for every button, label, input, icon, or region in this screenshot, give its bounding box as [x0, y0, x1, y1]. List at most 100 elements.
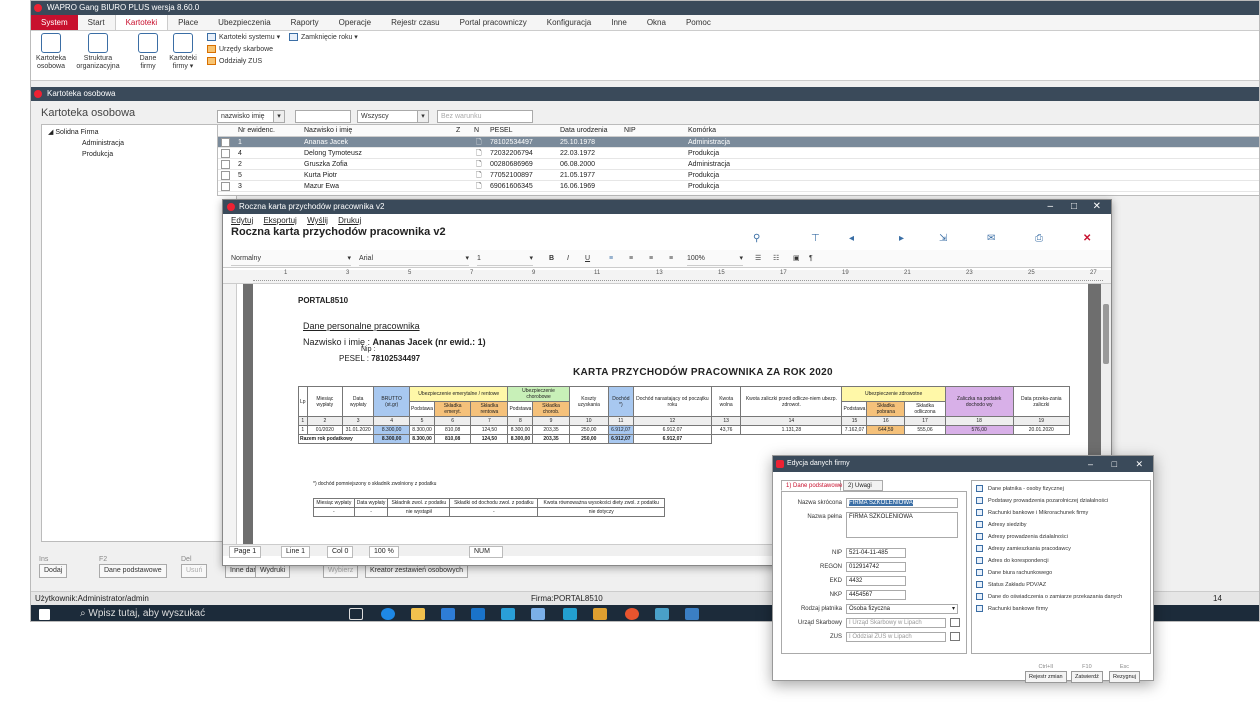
app-icon[interactable] — [685, 608, 699, 620]
tax-office-input[interactable]: I Urząd Skarbowy w Lipach — [846, 618, 946, 628]
condition-input[interactable]: Bez warunku — [437, 110, 533, 123]
firm-link-item[interactable]: Dane płatnika - osoby fizycznej — [976, 485, 1064, 493]
dialog-button-2[interactable]: Esc Rezygnuj — [1109, 664, 1140, 683]
zus-input[interactable]: I Oddział ZUS w Lipach — [846, 632, 946, 642]
ekd-input[interactable]: 4432 — [846, 576, 906, 586]
align-left-icon[interactable]: ≡ — [609, 253, 613, 265]
frame-icon[interactable]: ▣ — [793, 253, 800, 265]
folder-icon[interactable] — [411, 608, 425, 620]
edge-icon[interactable] — [381, 608, 395, 620]
menu-system[interactable]: System — [31, 15, 78, 30]
minimize-icon[interactable]: – — [1088, 456, 1093, 472]
firm-link-item[interactable]: Adresy prowadzenia działalności — [976, 533, 1068, 541]
bottom-button-2[interactable]: Del Usuń — [181, 556, 208, 578]
col-header[interactable]: Nr ewidenc. — [238, 125, 275, 137]
row-checkbox[interactable] — [221, 171, 230, 180]
tree-root[interactable]: ◢ Solidna Firma — [42, 127, 236, 138]
maximize-icon[interactable]: □ — [1112, 456, 1117, 472]
kartoteka-osobowa-button[interactable]: Kartoteka osobowa — [33, 31, 69, 71]
table-row[interactable]: 4 Delong Tymoteusz 🗋 72032206794 22.03.1972 P… — [218, 148, 1259, 159]
app-icon[interactable] — [655, 608, 669, 620]
tab-uwagi[interactable]: 2) Uwagi — [843, 480, 883, 491]
kartoteki-firmy-button[interactable]: Kartoteki firmy ▾ — [167, 31, 199, 71]
bottom-button-0[interactable]: Ins Dodaj — [39, 556, 68, 578]
folder-icon[interactable] — [950, 632, 960, 641]
menu-edytuj[interactable]: Edytuj — [231, 216, 253, 225]
font-select[interactable]: Arial ▾ — [359, 253, 469, 266]
menu-rejestr-czasu[interactable]: Rejestr czasu — [381, 15, 449, 30]
menu-inne[interactable]: Inne — [601, 15, 637, 30]
menu-konfiguracja[interactable]: Konfiguracja — [537, 15, 601, 30]
table-row[interactable]: 1 Ananas Jacek 🗋 78102534497 25.10.1978 Admin… — [218, 137, 1259, 148]
pencil-icon[interactable] — [593, 608, 607, 620]
dialog-button-0[interactable]: Ctrl+Il Rejestr zmian — [1025, 664, 1067, 683]
align-center-icon[interactable]: ≡ — [629, 253, 633, 265]
col-header[interactable]: N — [474, 125, 479, 137]
taskbar-search[interactable]: ⌕ Wpisz tutaj, aby wyszukać — [66, 605, 316, 621]
filter-scope-select[interactable]: Wszyscy ▾ — [357, 110, 429, 123]
windows-start-icon[interactable] — [39, 609, 50, 620]
firm-link-item[interactable]: Rachunki bankowe i Mikrorachunek firmy — [976, 509, 1088, 517]
menu-kartoteki[interactable]: Kartoteki — [114, 15, 169, 30]
row-checkbox[interactable] — [221, 160, 230, 169]
menu-pomoc[interactable]: Pomoc — [676, 15, 721, 30]
col-header[interactable]: Data urodzenia — [560, 125, 607, 137]
tree-item-produkcja[interactable]: Produkcja — [42, 149, 236, 160]
align-right-icon[interactable]: ≡ — [649, 253, 653, 265]
firm-link-item[interactable]: Status Zakładu PDV/AZ — [976, 581, 1046, 589]
row-checkbox[interactable] — [221, 182, 230, 191]
print-icon[interactable]: ⎙ — [1035, 233, 1043, 244]
zamkniecie-roku-button[interactable]: Zamknięcie roku ▾ — [289, 33, 358, 43]
row-checkbox[interactable] — [221, 149, 230, 158]
maximize-icon[interactable]: □ — [1071, 200, 1077, 214]
dane-firmy-button[interactable]: Dane firmy — [135, 31, 161, 71]
nip-input[interactable]: 521-04-11-485 — [846, 548, 906, 558]
firm-link-item[interactable]: Dane biura rachunkowego — [976, 569, 1052, 577]
firm-link-item[interactable]: Podstawy prowadzenia pozarolniczej dział… — [976, 497, 1108, 505]
nkp-input[interactable]: 4454567 — [846, 590, 906, 600]
bottom-button-1[interactable]: F2 Dane podstawowe — [99, 556, 167, 578]
close-icon[interactable]: ✕ — [1093, 200, 1101, 214]
table-row[interactable]: 2 Gruszka Zofia 🗋 00280686969 06.08.2000 Admi… — [218, 159, 1259, 170]
underline-icon[interactable]: U — [585, 253, 590, 265]
col-header[interactable]: Komórka — [688, 125, 716, 137]
tab-dane-podstawowe[interactable]: 1) Dane podstawowe — [781, 480, 842, 491]
urzedy-skarbowe-button[interactable]: Urzędy skarbowe — [207, 45, 273, 55]
table-icon[interactable]: ⊤ — [811, 233, 820, 244]
save-icon[interactable] — [531, 608, 545, 620]
task-view-icon[interactable] — [349, 608, 363, 620]
short-name-input[interactable]: FIRMA SZKOLENIOWA — [846, 498, 958, 508]
struktura-organizacyjna-button[interactable]: Struktura organizacyjna — [73, 31, 123, 71]
folder-icon[interactable] — [950, 618, 960, 627]
menu-ubezpieczenia[interactable]: Ubezpieczenia — [208, 15, 280, 30]
menu-start[interactable]: Start — [78, 15, 115, 30]
firm-link-item[interactable]: Dane do oświadczenia o zamiarze przekaza… — [976, 593, 1122, 601]
oddzialy-zus-button[interactable]: Oddziały ZUS — [207, 57, 262, 67]
search-input[interactable] — [295, 110, 351, 123]
justify-icon[interactable]: ≡ — [669, 253, 673, 265]
regon-input[interactable]: 012914742 — [846, 562, 906, 572]
menu-drukuj[interactable]: Drukuj — [338, 216, 361, 225]
menu-wyslij[interactable]: Wyślij — [307, 216, 328, 225]
mail-icon[interactable] — [471, 608, 485, 620]
table-row[interactable]: 5 Kurta Piotr 🗋 77052100897 21.05.1977 Produk… — [218, 170, 1259, 181]
table-row[interactable]: 3 Mazur Ewa 🗋 69061606345 16.06.1969 Produkcj… — [218, 181, 1259, 192]
menu-eksportuj[interactable]: Eksportuj — [263, 216, 296, 225]
search-icon[interactable]: ⚲ — [753, 233, 760, 244]
bold-icon[interactable]: B — [549, 253, 554, 265]
menu-operacje[interactable]: Operacje — [329, 15, 381, 30]
payer-type-select[interactable]: Osoba fizyczna ▾ — [846, 604, 958, 614]
tree-item-administracja[interactable]: Administracja — [42, 138, 236, 149]
col-header[interactable]: Nazwisko i imię — [304, 125, 352, 137]
menu-okna[interactable]: Okna — [637, 15, 676, 30]
kartoteki-systemu-button[interactable]: Kartoteki systemu ▾ — [207, 33, 280, 43]
store-icon[interactable] — [441, 608, 455, 620]
zoom-select[interactable]: 100% ▾ — [687, 253, 743, 266]
dialog-button-1[interactable]: F10 Zatwierdź — [1071, 664, 1103, 683]
minimize-icon[interactable]: – — [1047, 200, 1053, 214]
pilcrow-icon[interactable]: ¶ — [809, 253, 813, 265]
col-header[interactable]: PESEL — [490, 125, 513, 137]
italic-icon[interactable]: I — [567, 253, 569, 265]
full-name-input[interactable]: FIRMA SZKOLENIOWA — [846, 512, 958, 538]
close-icon[interactable]: ✕ — [1083, 233, 1091, 244]
